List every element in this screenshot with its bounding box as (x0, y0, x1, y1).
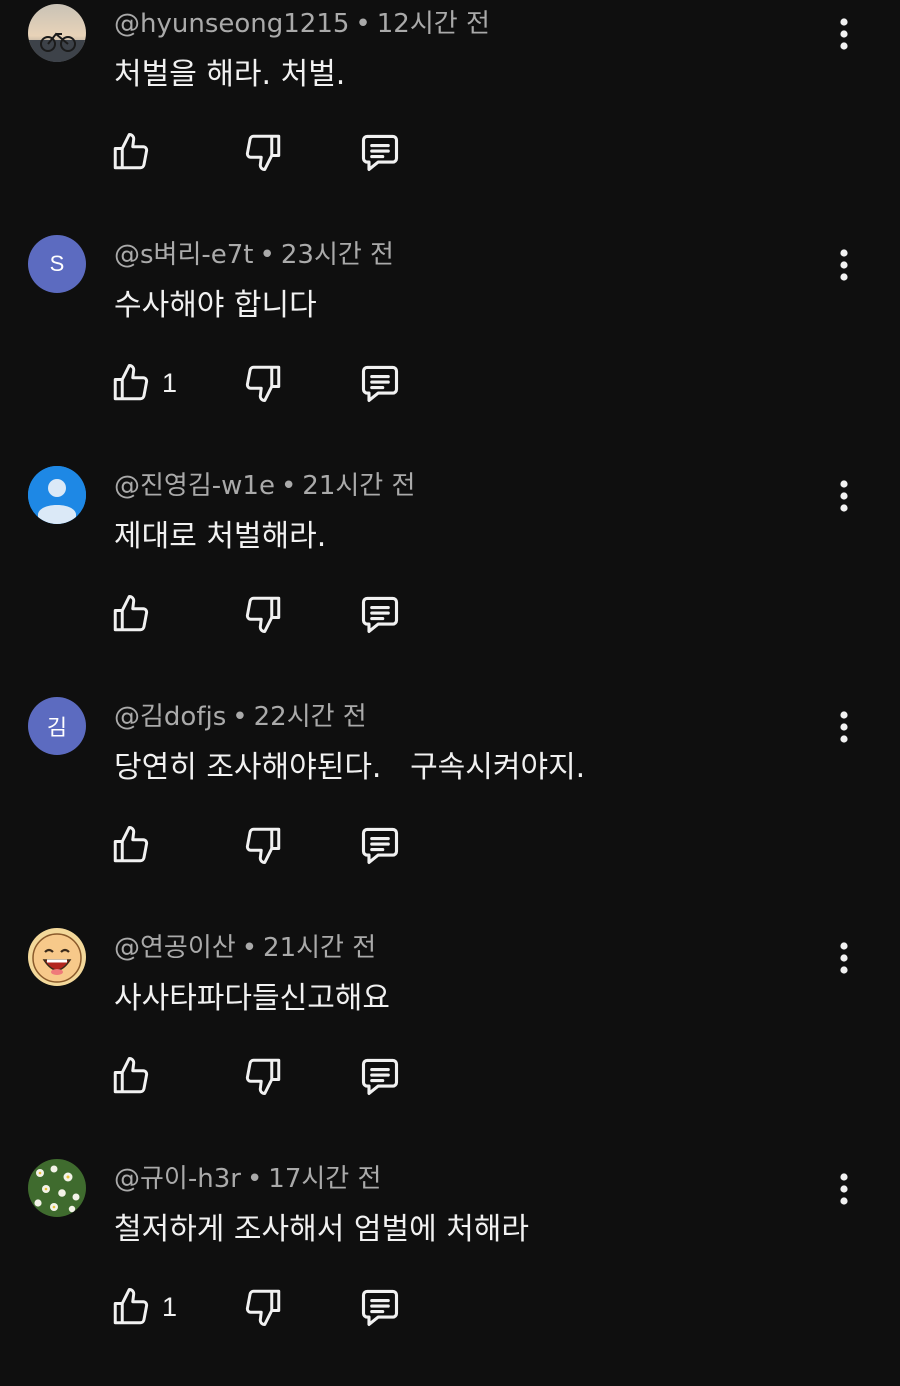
dislike-button[interactable] (242, 361, 284, 405)
reply-button[interactable] (358, 130, 402, 174)
meta-separator: • (232, 702, 248, 732)
reply-button[interactable] (358, 823, 402, 867)
avatar[interactable]: S (28, 235, 86, 293)
avatar-photo-bike (28, 4, 86, 62)
dislike-button[interactable] (242, 1285, 284, 1329)
like-count: 1 (162, 367, 178, 398)
thumb-down-icon (245, 596, 281, 633)
comment-item: @규이-h3r • 17시간 전 철저하게 조사해서 엄벌에 처해라 1 (0, 1155, 900, 1386)
thumb-down-icon (245, 134, 281, 171)
comment-time[interactable]: 21시간 전 (263, 933, 376, 963)
reply-button[interactable] (358, 1054, 402, 1098)
comment-author[interactable]: @연공이산 (114, 933, 236, 963)
comment-meta: @김dofjs • 22시간 전 (114, 701, 367, 733)
avatar[interactable] (28, 928, 86, 986)
default-person-icon (28, 466, 86, 524)
reply-comment-icon (361, 134, 399, 171)
comment-item: S @s벼리-e7t • 23시간 전 수사해야 합니다 1 (0, 231, 900, 462)
dislike-button[interactable] (242, 130, 284, 174)
more-vert-icon[interactable] (828, 14, 860, 54)
more-vert-icon[interactable] (828, 938, 860, 978)
dislike-button[interactable] (242, 592, 284, 636)
thumb-up-icon (113, 595, 149, 632)
comment-item: @진영김-w1e • 21시간 전 제대로 처벌해라. (0, 462, 900, 693)
comment-time[interactable]: 21시간 전 (302, 471, 415, 501)
reply-comment-icon (361, 1058, 399, 1095)
meta-separator: • (246, 1164, 263, 1194)
more-vert-icon[interactable] (828, 707, 860, 747)
comment-text: 제대로 처벌해라. (114, 519, 327, 554)
reply-button[interactable] (358, 361, 402, 405)
reply-comment-icon (361, 596, 399, 633)
thumb-up-icon (113, 826, 149, 863)
thumb-up-icon (113, 364, 149, 401)
like-button[interactable]: 1 (110, 361, 177, 405)
thumb-up-icon (113, 1288, 149, 1325)
comment-meta: @hyunseong1215 • 12시간 전 (114, 8, 490, 40)
avatar[interactable] (28, 1159, 86, 1217)
thumb-up-icon (113, 133, 149, 170)
comment-text: 처벌을 해라. 처벌. (114, 57, 346, 92)
comment-time[interactable]: 22시간 전 (254, 702, 367, 732)
reply-comment-icon (361, 827, 399, 864)
like-count: 1 (162, 1291, 178, 1322)
meta-separator: • (241, 933, 258, 963)
comment-time[interactable]: 12시간 전 (377, 9, 490, 39)
meta-separator: • (259, 240, 275, 270)
comment-text: 철저하게 조사해서 엄벌에 처해라 (114, 1212, 530, 1247)
avatar[interactable]: 김 (28, 697, 86, 755)
comment-meta: @규이-h3r • 17시간 전 (114, 1163, 381, 1195)
like-button[interactable] (110, 592, 162, 636)
comment-item: 김 @김dofjs • 22시간 전 당연히 조사해야된다. 구속시켜야지. (0, 693, 900, 924)
comment-author[interactable]: @규이-h3r (114, 1164, 241, 1194)
avatar-letter: 김 (46, 715, 68, 740)
comment-time[interactable]: 17시간 전 (268, 1164, 381, 1194)
more-vert-icon[interactable] (828, 476, 860, 516)
comment-item: @연공이산 • 21시간 전 사사타파다들신고해요 (0, 924, 900, 1155)
avatar-letter: S (49, 251, 65, 276)
comment-text: 수사해야 합니다 (114, 288, 317, 323)
comment-author[interactable]: @김dofjs (114, 702, 226, 732)
flowers-photo-avatar (28, 1159, 86, 1217)
reply-comment-icon (361, 1289, 399, 1326)
reply-comment-icon (361, 365, 399, 402)
laughing-face-avatar (28, 928, 86, 986)
thumb-up-icon (113, 1057, 149, 1094)
dislike-button[interactable] (242, 1054, 284, 1098)
dislike-button[interactable] (242, 823, 284, 867)
reply-button[interactable] (358, 1285, 402, 1329)
comment-text: 사사타파다들신고해요 (114, 981, 390, 1016)
like-button[interactable] (110, 130, 162, 174)
comment-text: 당연히 조사해야된다. 구속시켜야지. (114, 750, 586, 785)
meta-separator: • (355, 9, 371, 39)
like-button[interactable] (110, 823, 162, 867)
thumb-down-icon (245, 1289, 281, 1326)
comment-author[interactable]: @진영김-w1e (114, 471, 275, 501)
avatar[interactable] (28, 466, 86, 524)
comment-time[interactable]: 23시간 전 (281, 240, 394, 270)
thumb-down-icon (245, 827, 281, 864)
thumb-down-icon (245, 1058, 281, 1095)
comment-author[interactable]: @hyunseong1215 (114, 9, 349, 39)
meta-separator: • (280, 471, 297, 501)
comment-meta: @진영김-w1e • 21시간 전 (114, 470, 415, 502)
thumb-down-icon (245, 365, 281, 402)
reply-button[interactable] (358, 592, 402, 636)
like-button[interactable]: 1 (110, 1285, 177, 1329)
more-vert-icon[interactable] (828, 1169, 860, 1209)
comment-meta: @s벼리-e7t • 23시간 전 (114, 239, 394, 271)
avatar[interactable] (28, 4, 86, 62)
more-vert-icon[interactable] (828, 245, 860, 285)
comment-meta: @연공이산 • 21시간 전 (114, 932, 376, 964)
comment-item: @hyunseong1215 • 12시간 전 처벌을 해라. 처벌. (0, 0, 900, 231)
comment-author[interactable]: @s벼리-e7t (114, 240, 254, 270)
like-button[interactable] (110, 1054, 162, 1098)
